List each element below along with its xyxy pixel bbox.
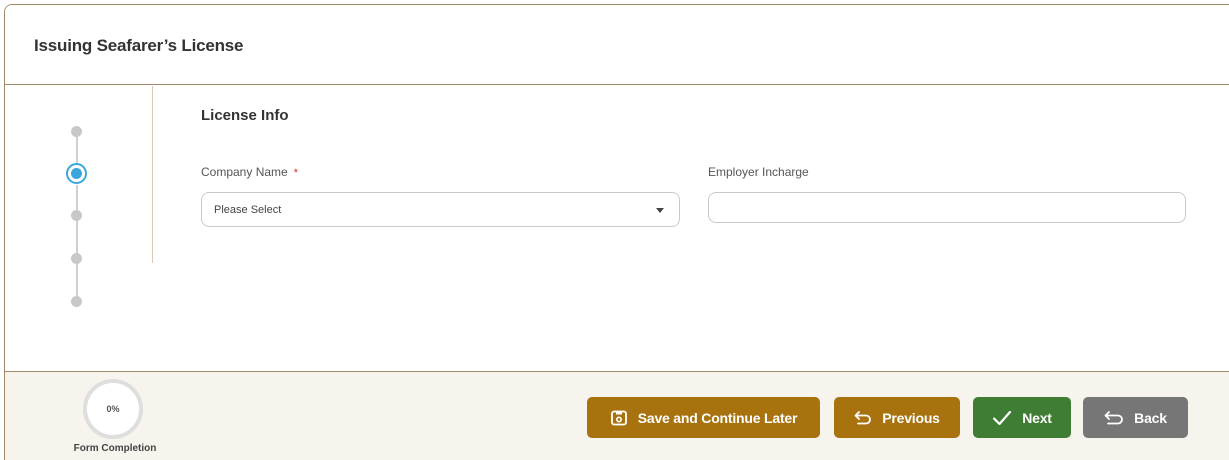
next-label: Next: [1022, 409, 1052, 426]
company-name-select[interactable]: Please Select: [201, 192, 680, 227]
save-continue-later-label: Save and Continue Later: [637, 409, 798, 426]
company-name-label: Company Name *: [201, 165, 298, 179]
previous-label: Previous: [882, 409, 940, 426]
company-name-label-text: Company Name: [201, 165, 288, 179]
save-later-icon: [610, 410, 627, 425]
stepper-step-1[interactable]: [71, 126, 82, 137]
form-footer: 0% Form Completion Save and Continue Lat…: [5, 371, 1229, 460]
undo-arrow-icon: [1104, 410, 1124, 424]
section-title: License Info: [201, 107, 289, 124]
stepper-step-2-active[interactable]: [66, 163, 87, 184]
page-title: Issuing Seafarer’s License: [34, 36, 244, 55]
stepper-divider: [152, 86, 153, 263]
checkmark-icon: [993, 410, 1012, 425]
next-button[interactable]: Next: [973, 397, 1071, 438]
form-card: Issuing Seafarer’s License License Info …: [4, 4, 1229, 460]
employer-incharge-label: Employer Incharge: [708, 165, 809, 179]
save-continue-later-button[interactable]: Save and Continue Later: [587, 397, 820, 438]
stepper-step-4[interactable]: [71, 253, 82, 264]
stepper-connector: [76, 185, 78, 301]
stepper-step-5[interactable]: [71, 296, 82, 307]
progress-percent: 0%: [106, 404, 120, 414]
stepper-step-3[interactable]: [71, 210, 82, 221]
caret-down-icon: [656, 208, 664, 213]
employer-incharge-input[interactable]: [708, 192, 1186, 223]
previous-button[interactable]: Previous: [834, 397, 960, 438]
back-button[interactable]: Back: [1083, 397, 1188, 438]
company-name-select-value: Please Select: [214, 204, 282, 216]
required-marker: *: [293, 167, 298, 179]
form-header: Issuing Seafarer’s License: [5, 5, 1229, 85]
form-completion-progress: 0%: [81, 377, 145, 441]
progress-label: Form Completion: [73, 443, 157, 454]
undo-arrow-icon: [854, 410, 872, 424]
back-label: Back: [1134, 409, 1167, 426]
